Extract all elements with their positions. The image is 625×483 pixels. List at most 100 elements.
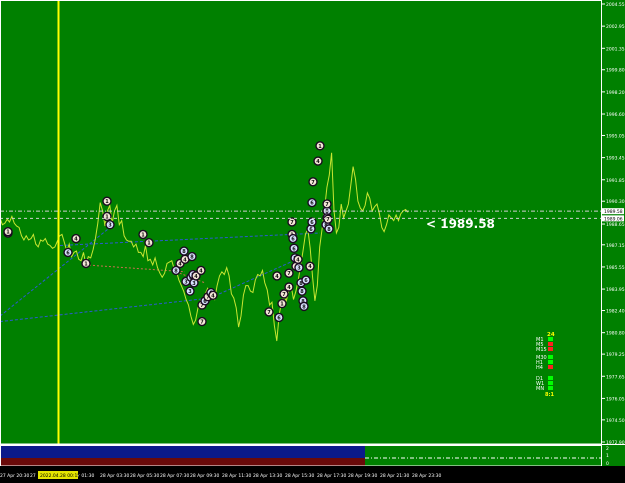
trade-marker[interactable]: 7 (264, 307, 274, 317)
timeframe-indicator (548, 381, 553, 385)
trade-marker[interactable]: 7 (323, 214, 333, 224)
marker-number: 8 (300, 289, 304, 295)
price-tag-ask-text: 1989.58 (604, 209, 623, 215)
marker-number: 8 (190, 255, 194, 261)
trade-marker[interactable]: 7 (197, 316, 207, 327)
trade-marker[interactable]: 7 (287, 217, 297, 227)
trading-chart-window[interactable]: 1164111311848433888344776764746174771663… (0, 0, 625, 479)
time-tick-label: 28 Apr 23:30 (412, 473, 441, 479)
marker-number: 7 (200, 320, 204, 326)
price-tick-label: 1988.65 (606, 222, 625, 228)
trade-marker[interactable]: 1 (315, 141, 325, 151)
timeframe-indicator (548, 365, 553, 369)
marker-number: 1 (318, 144, 322, 150)
time-tick-label: 28 Apr 13:30 (253, 473, 282, 479)
marker-number: 8 (327, 227, 331, 233)
marker-number: 7 (290, 220, 294, 226)
marker-number: 6 (66, 250, 70, 256)
trade-marker[interactable]: 7 (322, 199, 332, 209)
time-highlight-label: 2022.04.28 00:15 (40, 473, 80, 479)
trade-marker[interactable]: 1 (81, 258, 91, 269)
trade-marker[interactable]: 4 (293, 254, 303, 265)
time-tick-label: 28 Apr 03:30 (100, 473, 129, 479)
marker-number: 4 (194, 274, 198, 280)
marker-number: 6 (310, 201, 314, 207)
marker-number: 3 (297, 266, 301, 272)
marker-number: 7 (287, 271, 291, 277)
volume-bar-band-lower (0, 458, 365, 466)
time-tick-label: 28 Apr 11:30 (222, 473, 251, 479)
marker-number: 6 (291, 237, 295, 243)
chart-background (0, 0, 625, 479)
trade-marker[interactable]: 6 (274, 312, 284, 323)
marker-number: 8 (174, 268, 178, 274)
time-tick-label: 28 Apr 05:30 (130, 473, 159, 479)
timeframe-label: MN (536, 386, 544, 392)
marker-number: 6 (310, 220, 314, 226)
marker-number: 4 (211, 293, 215, 299)
price-tick-label: 1998.20 (606, 90, 625, 96)
trade-marker[interactable]: 4 (284, 282, 294, 292)
trade-marker[interactable]: 8 (297, 286, 307, 296)
price-tick-label: 1979.25 (606, 352, 625, 358)
trade-marker[interactable]: 3 (294, 262, 304, 273)
marker-number: 7 (267, 310, 271, 316)
trade-marker[interactable]: 8 (187, 251, 197, 262)
trade-marker[interactable]: 1 (102, 211, 112, 222)
marker-number: 4 (199, 268, 203, 274)
trade-marker[interactable]: 3 (105, 220, 115, 230)
marker-number: 1 (84, 261, 88, 267)
price-tick-label: 1977.65 (606, 374, 625, 380)
price-chart[interactable]: 1164111311848433888344776764746174771663… (0, 0, 625, 479)
trade-marker[interactable]: 4 (196, 265, 206, 276)
price-tick-label: 1987.15 (606, 243, 625, 249)
trade-marker[interactable]: 4 (313, 156, 323, 166)
trade-marker[interactable]: 8 (324, 224, 334, 234)
trade-marker[interactable]: 7 (284, 268, 294, 278)
current-price-label: < 1989.58 (426, 217, 495, 231)
trade-marker[interactable]: 6 (288, 233, 298, 244)
time-tick-label: 27 Apr 20:30 (0, 473, 29, 479)
marker-number: 7 (311, 180, 315, 186)
trade-marker[interactable]: 6 (307, 217, 317, 227)
trade-marker[interactable]: 1 (3, 226, 13, 237)
trade-marker[interactable]: 1 (102, 196, 112, 206)
marker-number: 4 (316, 159, 320, 165)
marker-number: 4 (296, 257, 300, 263)
marker-number: 6 (277, 315, 281, 321)
marker-number: 4 (74, 237, 78, 243)
time-tick-label: 28 Apr 07:30 (160, 473, 189, 479)
trade-marker[interactable]: 6 (289, 243, 299, 253)
marker-number: 7 (325, 202, 329, 208)
trade-marker[interactable]: 6 (307, 197, 317, 208)
timeframe-label: M15 (536, 347, 547, 353)
volume-scale-label: 2 (606, 446, 609, 452)
marker-number: 8 (302, 304, 306, 310)
volume-scale-label: 1 (606, 453, 609, 459)
marker-number: 6 (309, 227, 313, 233)
price-tick-label: 1974.50 (606, 418, 625, 424)
trade-marker[interactable]: 1 (138, 229, 148, 240)
trade-marker[interactable]: 4 (272, 271, 282, 281)
trade-marker[interactable]: 4 (305, 261, 315, 271)
trade-marker[interactable]: 6 (301, 275, 311, 285)
price-tick-label: 1995.05 (606, 133, 625, 139)
time-tick-label: 28 Apr 19:30 (348, 473, 377, 479)
trade-marker[interactable]: 3 (185, 286, 195, 296)
marker-number: 1 (280, 302, 284, 308)
trade-marker[interactable]: 1 (277, 298, 287, 309)
trade-marker[interactable]: 8 (179, 246, 189, 256)
volume-scale-label: 0 (606, 461, 609, 467)
trade-marker[interactable]: 1 (144, 238, 154, 248)
marker-number: 3 (188, 289, 192, 295)
trade-marker[interactable]: 8 (299, 301, 309, 312)
trade-marker[interactable]: 4 (208, 290, 218, 301)
trade-marker[interactable]: 4 (71, 233, 81, 244)
price-tick-label: 1990.30 (606, 199, 625, 205)
marker-number: 4 (287, 285, 291, 291)
marker-number: 6 (304, 278, 308, 284)
trade-marker[interactable]: 7 (308, 177, 318, 187)
marker-number: 3 (192, 281, 196, 287)
trade-marker[interactable]: 6 (63, 247, 73, 258)
marker-number: 1 (147, 241, 151, 247)
